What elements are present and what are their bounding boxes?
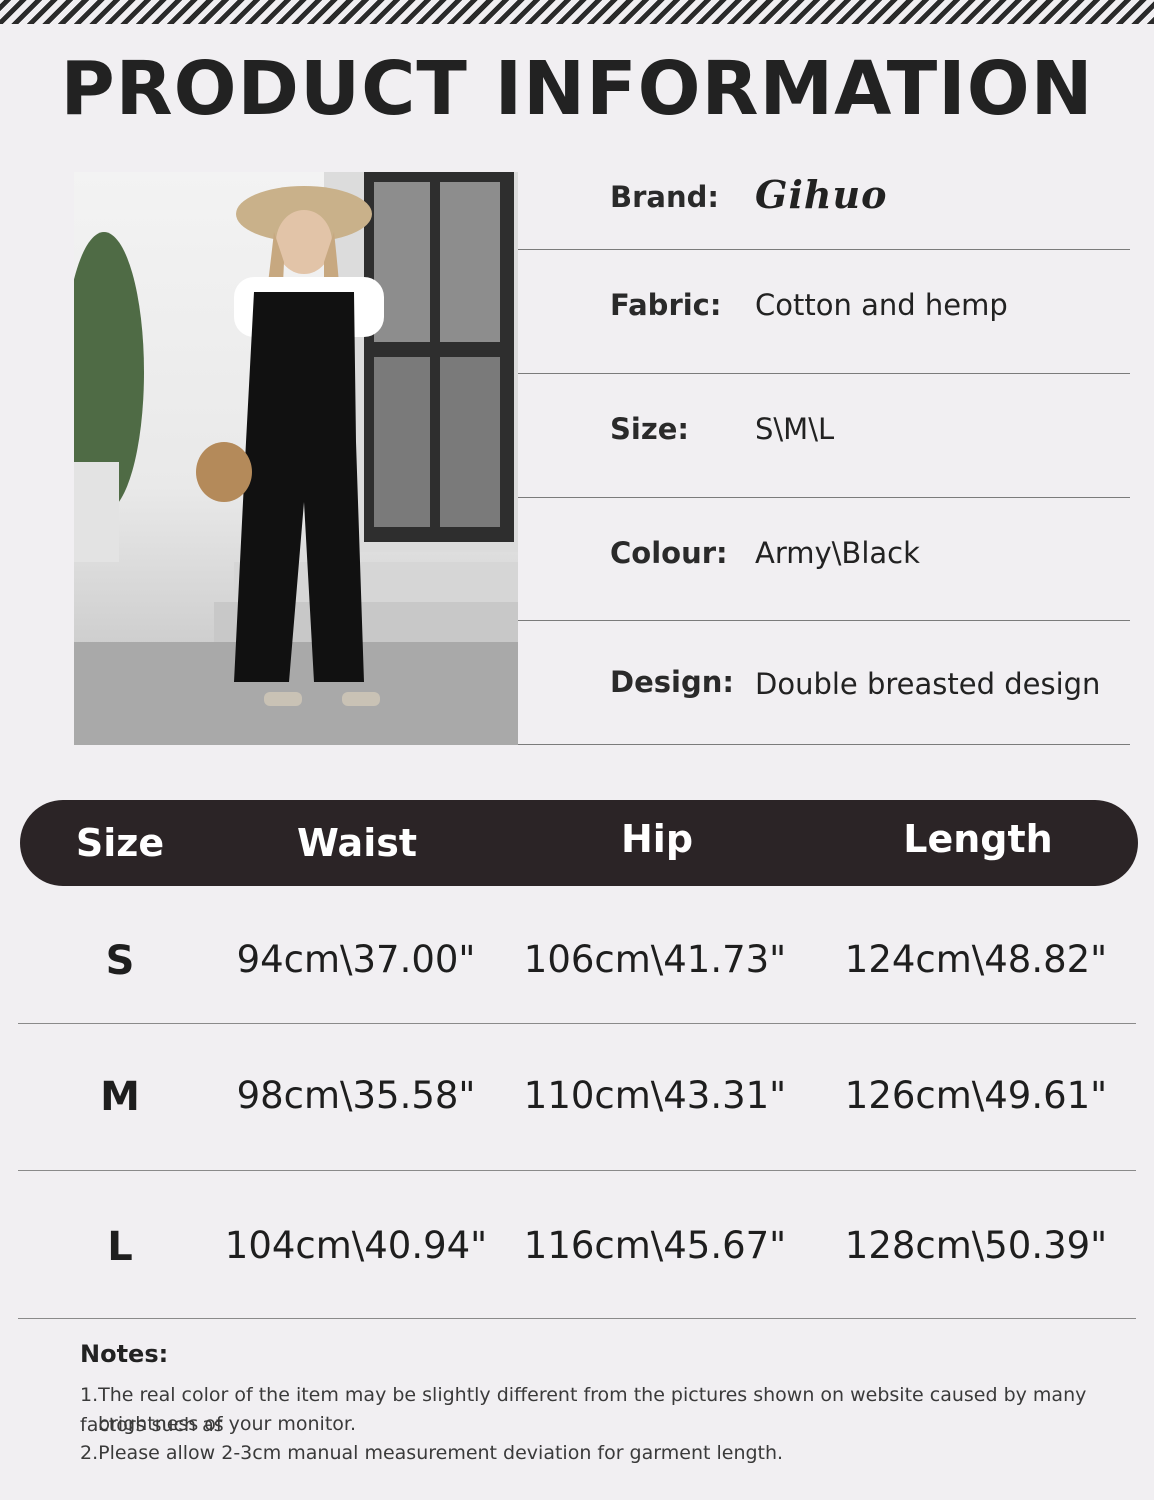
- brand-label: Brand:: [610, 180, 719, 214]
- info-row-colour: Colour: Army\Black: [518, 498, 1130, 621]
- colour-label: Colour:: [610, 536, 728, 570]
- info-row-fabric: Fabric: Cotton and hemp: [518, 250, 1130, 374]
- cell-hip: 106cm\41.73": [523, 938, 787, 981]
- table-row: M 98cm\35.58" 110cm\43.31" 126cm\49.61": [18, 1024, 1136, 1171]
- cell-length: 126cm\49.61": [844, 1074, 1108, 1117]
- cell-hip: 110cm\43.31": [523, 1074, 787, 1117]
- cell-waist: 104cm\40.94": [224, 1224, 488, 1267]
- cell-size: M: [100, 1074, 140, 1120]
- cell-waist: 94cm\37.00": [236, 938, 476, 981]
- cell-hip: 116cm\45.67": [523, 1224, 787, 1267]
- size-table-header: Size Waist Hip Length: [20, 800, 1138, 886]
- info-row-design: Design: Double breasted design: [518, 621, 1130, 745]
- cell-size: L: [107, 1224, 133, 1270]
- cell-waist: 98cm\35.58": [236, 1074, 476, 1117]
- decorative-stripe-band: [0, 0, 1154, 24]
- design-label: Design:: [610, 665, 734, 699]
- product-photo: [74, 172, 518, 745]
- notes-title: Notes:: [80, 1340, 169, 1368]
- info-row-brand: Brand: Gihuo: [518, 172, 1130, 250]
- design-value: Double breasted design: [755, 667, 1101, 701]
- fabric-value: Cotton and hemp: [755, 288, 1008, 322]
- header-waist: Waist: [296, 821, 417, 865]
- header-length: Length: [903, 817, 1053, 861]
- fabric-label: Fabric:: [610, 288, 722, 322]
- divider: [518, 744, 1130, 745]
- header-hip: Hip: [620, 817, 694, 861]
- cell-length: 124cm\48.82": [844, 938, 1108, 981]
- table-row: S 94cm\37.00" 106cm\41.73" 124cm\48.82": [18, 886, 1136, 1024]
- brand-value: Gihuo: [755, 172, 888, 217]
- note-2: 2.Please allow 2-3cm manual measurement …: [80, 1442, 784, 1464]
- cell-length: 128cm\50.39": [844, 1224, 1108, 1267]
- size-label: Size:: [610, 412, 689, 446]
- table-row: L 104cm\40.94" 116cm\45.67" 128cm\50.39": [18, 1171, 1136, 1319]
- cell-size: S: [105, 938, 135, 984]
- row-divider: [18, 1318, 1136, 1319]
- info-row-size: Size: S\M\L: [518, 374, 1130, 498]
- colour-value: Army\Black: [755, 536, 920, 570]
- size-value: S\M\L: [755, 412, 835, 446]
- note-1-continued: brightness of your monitor.: [98, 1413, 357, 1435]
- header-size: Size: [75, 821, 165, 865]
- page-title: PRODUCT INFORMATION: [60, 46, 1094, 132]
